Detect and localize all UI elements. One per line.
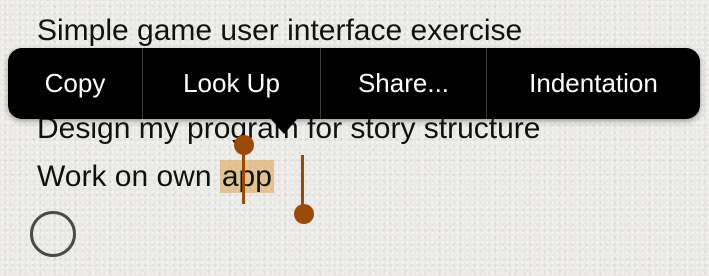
copy-menu-item[interactable]: Copy bbox=[8, 48, 143, 119]
selection-end-bar[interactable] bbox=[301, 155, 304, 207]
list-item-simple-game[interactable]: Simple game user interface exercise bbox=[37, 14, 522, 48]
list-item-text: Work on own bbox=[37, 160, 220, 193]
share-menu-item[interactable]: Share... bbox=[321, 48, 487, 119]
selection-end-handle[interactable] bbox=[294, 204, 314, 224]
indentation-menu-item[interactable]: Indentation bbox=[487, 48, 700, 119]
context-menu: Copy Look Up Share... Indentation bbox=[8, 48, 700, 119]
list-item-work-on-app[interactable]: Work on own app bbox=[37, 160, 274, 194]
selection-start-handle[interactable] bbox=[234, 135, 254, 155]
look-up-menu-item[interactable]: Look Up bbox=[143, 48, 321, 119]
list-item-text: Simple game user interface exercise bbox=[37, 14, 523, 47]
selected-text[interactable]: app bbox=[219, 160, 274, 193]
empty-checkbox-circle-icon[interactable] bbox=[30, 211, 76, 257]
selection-start-bar[interactable] bbox=[242, 152, 245, 204]
context-menu-arrow bbox=[270, 118, 298, 134]
